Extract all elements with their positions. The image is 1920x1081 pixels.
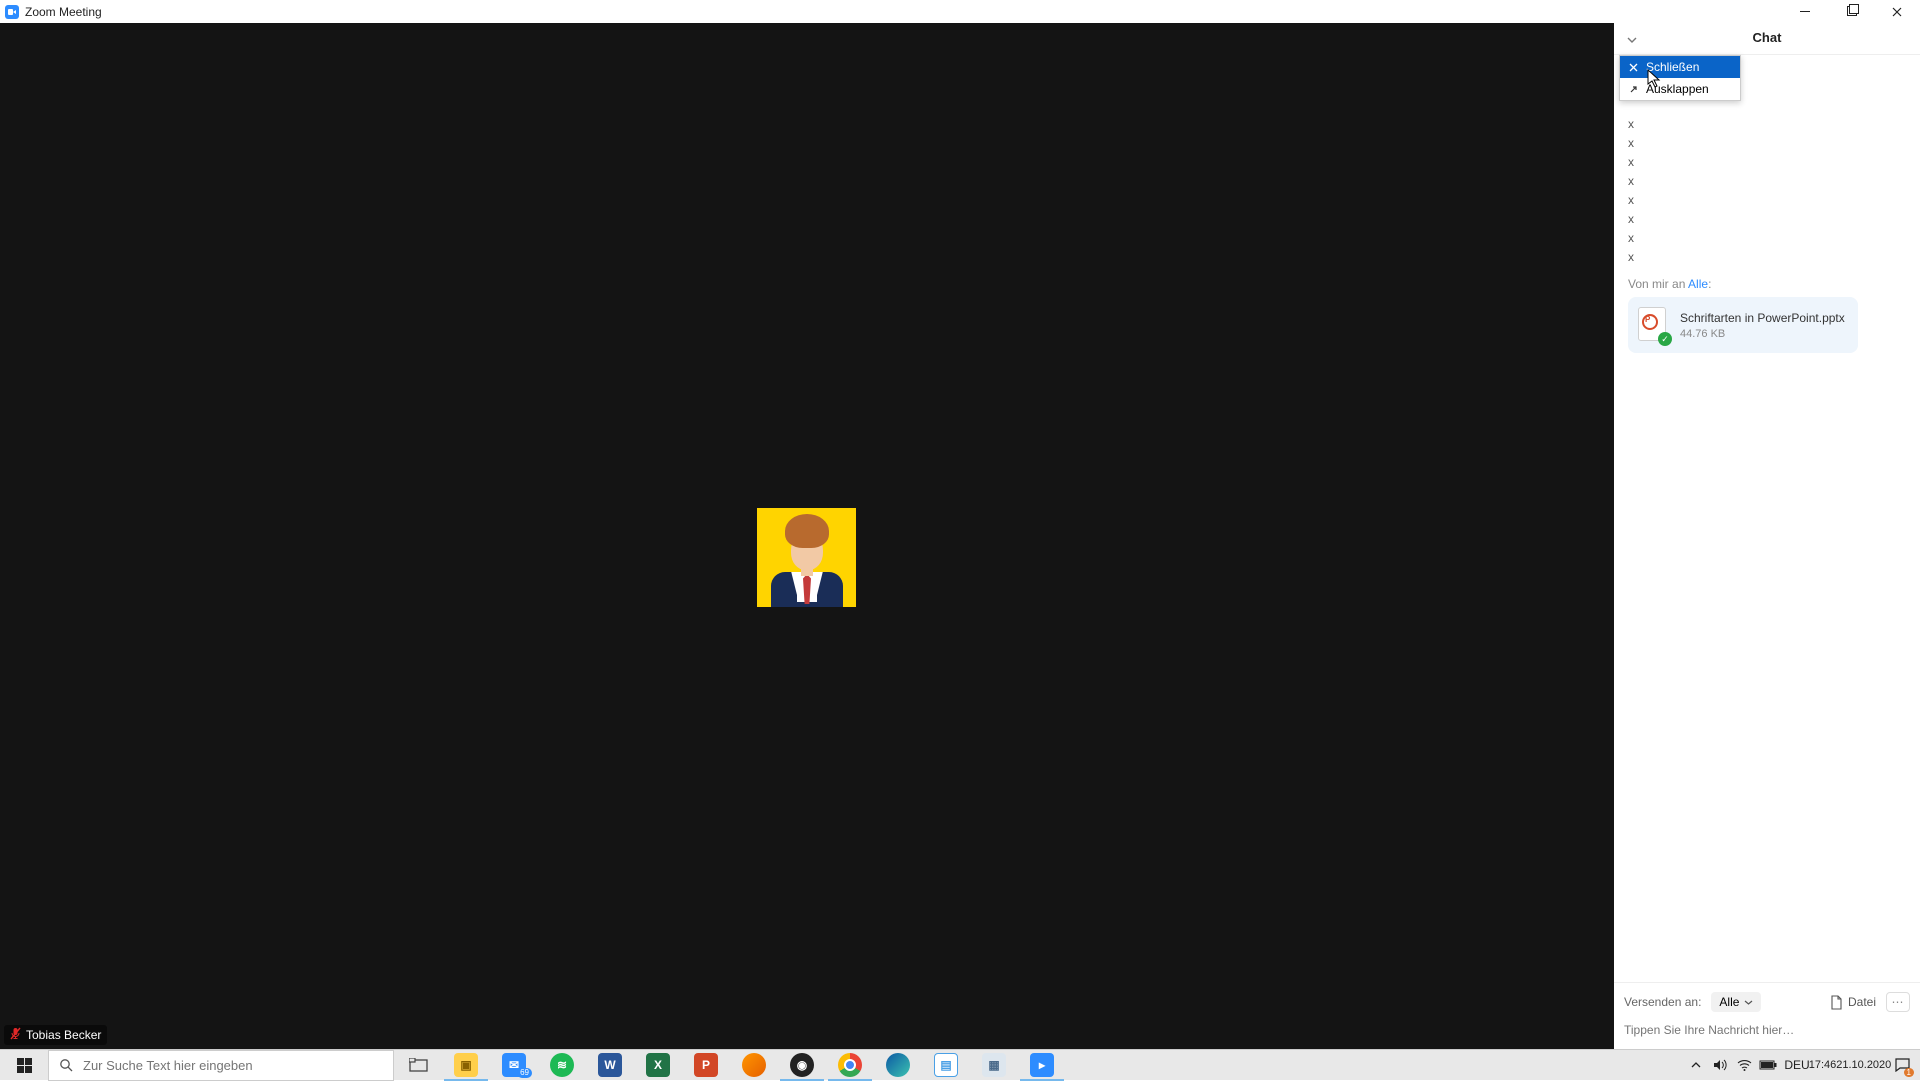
powerpoint-file-icon: ✓ bbox=[1638, 307, 1668, 343]
search-icon bbox=[59, 1058, 73, 1072]
powerpoint-icon: P bbox=[694, 1053, 718, 1077]
chat-message: x bbox=[1628, 134, 1906, 153]
taskbar-app-mail[interactable]: ✉69 bbox=[490, 1050, 538, 1081]
chat-panel: Chat Schließen Ausklappen x x x x x x x … bbox=[1614, 23, 1920, 1049]
taskbar-app-spotify[interactable]: ≋ bbox=[538, 1050, 586, 1081]
taskbar-app-obs[interactable]: ◉ bbox=[778, 1050, 826, 1081]
word-icon: W bbox=[598, 1053, 622, 1077]
tray-chevron-up-icon[interactable] bbox=[1684, 1050, 1708, 1081]
obs-icon: ◉ bbox=[790, 1053, 814, 1077]
chat-from-target: Alle bbox=[1688, 277, 1708, 291]
start-button[interactable] bbox=[0, 1050, 48, 1081]
tray-notifications-button[interactable]: 1 bbox=[1886, 1050, 1918, 1081]
taskbar-app-generic[interactable]: ▦ bbox=[970, 1050, 1018, 1081]
notepad-icon: ▤ bbox=[934, 1053, 958, 1077]
chevron-down-icon bbox=[1744, 998, 1753, 1007]
mail-badge: 69 bbox=[517, 1068, 532, 1078]
chat-message: x bbox=[1628, 191, 1906, 210]
chat-title: Chat bbox=[1614, 30, 1920, 45]
chat-message: x bbox=[1628, 210, 1906, 229]
app-icon: ▦ bbox=[982, 1053, 1006, 1077]
taskbar-search[interactable] bbox=[48, 1050, 394, 1081]
attach-file-label: Datei bbox=[1848, 995, 1876, 1009]
chat-file-attachment[interactable]: ✓ Schriftarten in PowerPoint.pptx 44.76 … bbox=[1628, 297, 1858, 353]
meeting-video-area: Tobias Becker bbox=[0, 23, 1614, 1049]
folder-icon: ▣ bbox=[454, 1053, 478, 1077]
send-to-label: Versenden an: bbox=[1624, 995, 1701, 1009]
taskbar-app-edge[interactable] bbox=[874, 1050, 922, 1081]
dropdown-close-item[interactable]: Schließen bbox=[1620, 56, 1740, 78]
taskbar-app-firefox[interactable] bbox=[730, 1050, 778, 1081]
chat-compose-area: Versenden an: Alle Datei ⋯ bbox=[1614, 982, 1920, 1049]
dropdown-popout-item[interactable]: Ausklappen bbox=[1620, 78, 1740, 100]
windows-logo-icon bbox=[17, 1058, 32, 1073]
zoom-icon bbox=[5, 5, 19, 19]
chat-input[interactable] bbox=[1624, 1023, 1910, 1037]
edge-icon bbox=[886, 1053, 910, 1077]
task-view-button[interactable] bbox=[394, 1050, 442, 1081]
chrome-icon bbox=[838, 1053, 862, 1077]
participant-name: Tobias Becker bbox=[26, 1028, 101, 1042]
dropdown-close-label: Schließen bbox=[1646, 60, 1699, 74]
windows-taskbar: ▣ ✉69 ≋ W X P ◉ ▤ ▦ ▸ DEU 17:46 21.10.20… bbox=[0, 1049, 1920, 1080]
file-icon bbox=[1830, 995, 1843, 1010]
chat-options-dropdown: Schließen Ausklappen bbox=[1619, 55, 1741, 101]
system-tray: DEU 17:46 21.10.2020 1 bbox=[1684, 1050, 1920, 1081]
taskbar-app-excel[interactable]: X bbox=[634, 1050, 682, 1081]
checkmark-icon: ✓ bbox=[1658, 332, 1672, 346]
task-view-icon bbox=[409, 1058, 428, 1073]
tray-battery-icon[interactable] bbox=[1756, 1050, 1780, 1081]
chat-message: x bbox=[1628, 229, 1906, 248]
window-titlebar: Zoom Meeting bbox=[0, 0, 1920, 23]
tray-date: 21.10.2020 bbox=[1836, 1059, 1891, 1071]
tray-volume-icon[interactable] bbox=[1708, 1050, 1732, 1081]
firefox-icon bbox=[742, 1053, 766, 1077]
chat-header: Chat bbox=[1614, 23, 1920, 55]
taskbar-search-input[interactable] bbox=[83, 1058, 383, 1073]
chat-message: x bbox=[1628, 115, 1906, 134]
muted-mic-icon bbox=[10, 1027, 21, 1043]
send-to-dropdown[interactable]: Alle bbox=[1711, 992, 1761, 1012]
notification-badge: 1 bbox=[1904, 1068, 1914, 1077]
chat-from-prefix: Von mir an bbox=[1628, 277, 1688, 291]
chat-from-line: Von mir an Alle: bbox=[1628, 277, 1906, 291]
taskbar-app-explorer[interactable]: ▣ bbox=[442, 1050, 490, 1081]
taskbar-app-notepad[interactable]: ▤ bbox=[922, 1050, 970, 1081]
spotify-icon: ≋ bbox=[550, 1053, 574, 1077]
chat-message: x bbox=[1628, 153, 1906, 172]
taskbar-app-word[interactable]: W bbox=[586, 1050, 634, 1081]
tray-wifi-icon[interactable] bbox=[1732, 1050, 1756, 1081]
chat-more-button[interactable]: ⋯ bbox=[1886, 992, 1910, 1012]
file-size: 44.76 KB bbox=[1680, 328, 1845, 340]
attach-file-button[interactable]: Datei bbox=[1830, 995, 1876, 1010]
window-title: Zoom Meeting bbox=[25, 5, 102, 19]
chat-message: x bbox=[1628, 172, 1906, 191]
participant-avatar bbox=[757, 508, 856, 607]
popout-arrow-icon bbox=[1628, 85, 1638, 94]
taskbar-app-powerpoint[interactable]: P bbox=[682, 1050, 730, 1081]
tray-clock[interactable]: 17:46 21.10.2020 bbox=[1814, 1050, 1886, 1081]
window-close-button[interactable] bbox=[1874, 0, 1920, 23]
chat-message: x bbox=[1628, 248, 1906, 267]
taskbar-app-zoom[interactable]: ▸ bbox=[1018, 1050, 1066, 1081]
chat-from-suffix: : bbox=[1708, 277, 1711, 291]
tray-time: 17:46 bbox=[1809, 1059, 1837, 1071]
dropdown-popout-label: Ausklappen bbox=[1646, 82, 1709, 96]
chat-messages: x x x x x x x x Von mir an Alle: ✓ Schri… bbox=[1614, 55, 1920, 982]
participant-name-tag: Tobias Becker bbox=[4, 1025, 107, 1045]
close-icon bbox=[1628, 63, 1638, 72]
taskbar-app-chrome[interactable] bbox=[826, 1050, 874, 1081]
zoom-taskbar-icon: ▸ bbox=[1030, 1053, 1054, 1077]
file-name: Schriftarten in PowerPoint.pptx bbox=[1680, 311, 1845, 325]
window-maximize-button[interactable] bbox=[1828, 0, 1874, 23]
excel-icon: X bbox=[646, 1053, 670, 1077]
window-minimize-button[interactable] bbox=[1782, 0, 1828, 23]
send-to-value: Alle bbox=[1719, 995, 1739, 1009]
